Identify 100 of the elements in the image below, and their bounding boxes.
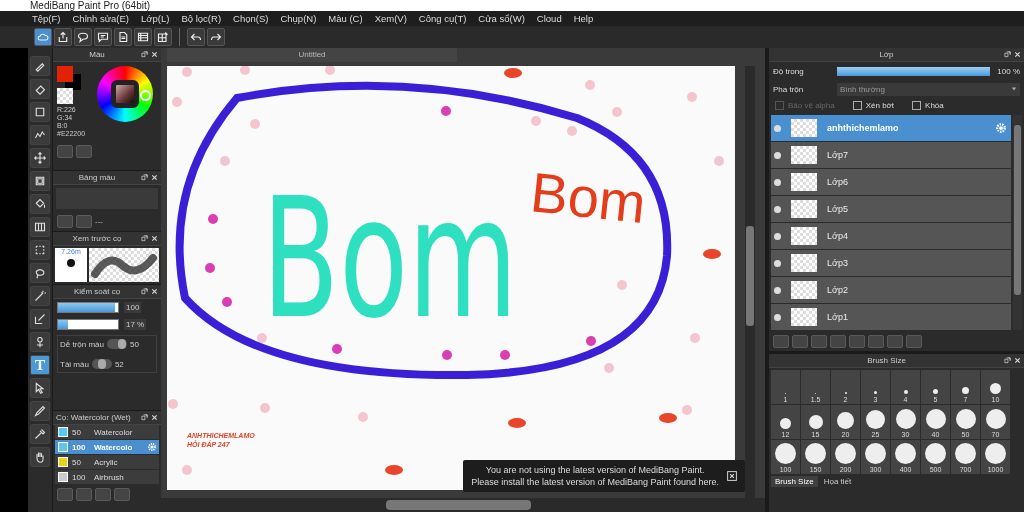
visibility-dot-icon[interactable] — [774, 313, 781, 321]
close-icon[interactable] — [151, 51, 158, 58]
cloud-button[interactable] — [34, 28, 52, 46]
wand-tool-button[interactable] — [30, 286, 50, 306]
undock-icon[interactable] — [141, 51, 148, 58]
visibility-dot-icon[interactable] — [774, 205, 781, 213]
chat-button[interactable] — [74, 28, 92, 46]
color-wheel[interactable] — [97, 66, 153, 122]
menu-item[interactable]: Công cụ(T) — [418, 13, 467, 24]
move-tool-button[interactable] — [30, 148, 50, 168]
layer-row[interactable]: Lớp5 — [771, 196, 1011, 222]
foreground-color-swatch[interactable] — [57, 66, 73, 82]
redo-button[interactable] — [207, 28, 225, 46]
slider-track[interactable] — [107, 339, 128, 349]
panel-title: Kiểm soát cọ — [72, 287, 122, 296]
panel-title: Xem trước cọ — [71, 234, 123, 243]
pointer-tool-button[interactable] — [30, 378, 50, 398]
close-icon[interactable] — [151, 414, 158, 421]
gear-icon[interactable] — [147, 442, 157, 452]
export-button[interactable] — [54, 28, 72, 46]
document-tab[interactable]: Untitled — [167, 48, 457, 62]
close-icon[interactable] — [727, 471, 737, 481]
undock-icon[interactable] — [141, 235, 148, 242]
field-label: Pha trộn — [773, 84, 805, 94]
menu-item[interactable]: Tệp(F) — [32, 13, 61, 24]
menu-item[interactable]: Xem(V) — [374, 13, 407, 24]
visibility-dot-icon[interactable] — [774, 178, 781, 186]
undock-icon[interactable] — [1004, 51, 1011, 58]
gear-icon[interactable] — [995, 122, 1007, 134]
menu-item[interactable]: Bộ lọc(R) — [181, 13, 222, 24]
slider-track[interactable] — [57, 319, 119, 330]
menu-item[interactable]: Cloud — [536, 13, 562, 24]
bucket-tool-button[interactable] — [30, 194, 50, 214]
pin-tool-button[interactable] — [30, 332, 50, 352]
undock-icon[interactable] — [1004, 357, 1011, 364]
canvas-text: Bom — [262, 162, 518, 355]
panel-tab[interactable]: Họa tiết — [819, 476, 856, 487]
zigzag-tool-button[interactable] — [30, 125, 50, 145]
menu-item[interactable]: Help — [573, 13, 594, 24]
menu-item[interactable]: Cửa sổ(W) — [478, 13, 525, 24]
layer-row[interactable]: Lớp4 — [771, 223, 1011, 249]
list-button[interactable] — [134, 28, 152, 46]
menu-item[interactable]: Lớp(L) — [141, 13, 170, 24]
layer-row[interactable]: Lớp2 — [771, 277, 1011, 303]
visibility-dot-icon[interactable] — [774, 259, 781, 267]
dashed-square-tool-button[interactable] — [30, 240, 50, 260]
slider-track[interactable] — [91, 359, 112, 369]
brush-item[interactable]: 50 Acrylic — [55, 455, 159, 469]
pen-tool-button[interactable] — [30, 401, 50, 421]
close-icon[interactable] — [1014, 51, 1021, 58]
undock-icon[interactable] — [141, 414, 148, 421]
panel-title: Cọ: Watercolor (Wet) — [56, 413, 132, 422]
layer-row[interactable]: Lớp6 — [771, 169, 1011, 195]
lasso-tool-button[interactable] — [30, 263, 50, 283]
undo-button[interactable] — [187, 28, 205, 46]
pen-square-tool-button[interactable] — [30, 309, 50, 329]
transparent-swatch[interactable] — [57, 88, 73, 104]
undock-icon[interactable] — [141, 173, 148, 181]
slider-thumb[interactable] — [117, 339, 126, 349]
page-button[interactable] — [114, 28, 132, 46]
filled-square-tool-button[interactable] — [30, 171, 50, 191]
menu-item[interactable]: Màu (C) — [328, 13, 363, 24]
brush-item[interactable]: 50 Watercolor — [55, 425, 159, 439]
option-checkbox[interactable]: Xén bớt — [852, 101, 895, 110]
undock-icon[interactable] — [141, 288, 148, 295]
scrollbar-thumb[interactable] — [746, 226, 754, 326]
close-icon[interactable] — [151, 173, 158, 181]
brush-tool-button[interactable] — [30, 56, 50, 76]
scrollbar-thumb[interactable] — [386, 500, 531, 510]
visibility-dot-icon[interactable] — [774, 124, 781, 132]
close-icon[interactable] — [151, 235, 158, 242]
layer-thumbnail — [791, 281, 817, 299]
close-icon[interactable] — [1014, 357, 1021, 364]
layer-row[interactable]: Lớp1 — [771, 304, 1011, 330]
visibility-dot-icon[interactable] — [774, 286, 781, 294]
slider-value: 50 — [130, 339, 139, 349]
layer-row[interactable]: Lớp7 — [771, 142, 1011, 168]
slider-thumb[interactable] — [97, 359, 106, 369]
gradient-tool-button[interactable] — [30, 217, 50, 237]
slider-track[interactable] — [57, 302, 119, 313]
blend-mode-dropdown[interactable]: Bình thường — [837, 82, 1020, 96]
square-tool-button[interactable] — [30, 102, 50, 122]
lasso-icon — [34, 267, 46, 279]
layer-row[interactable]: Lớp3 — [771, 250, 1011, 276]
brush-item[interactable]: 100 Airbrush — [55, 470, 159, 484]
eraser-tool-button[interactable] — [30, 79, 50, 99]
close-icon[interactable] — [151, 288, 158, 295]
menu-item[interactable]: Chọn(S) — [233, 13, 269, 24]
hand-tool-button[interactable] — [30, 447, 50, 467]
visibility-dot-icon[interactable] — [774, 151, 781, 159]
option-checkbox[interactable]: Khóa — [912, 101, 944, 110]
comment-button[interactable] — [94, 28, 112, 46]
dropper-tool-button[interactable] — [30, 424, 50, 444]
panel-tab[interactable]: Brush Size — [771, 476, 818, 487]
grid-button[interactable] — [154, 28, 172, 46]
opacity-slider-fill[interactable] — [837, 66, 990, 76]
menu-item[interactable]: Chụp(N) — [280, 13, 317, 24]
visibility-dot-icon[interactable] — [774, 232, 781, 240]
menu-item[interactable]: Chỉnh sửa(E) — [72, 13, 130, 24]
scrollbar-thumb[interactable] — [1014, 125, 1021, 295]
